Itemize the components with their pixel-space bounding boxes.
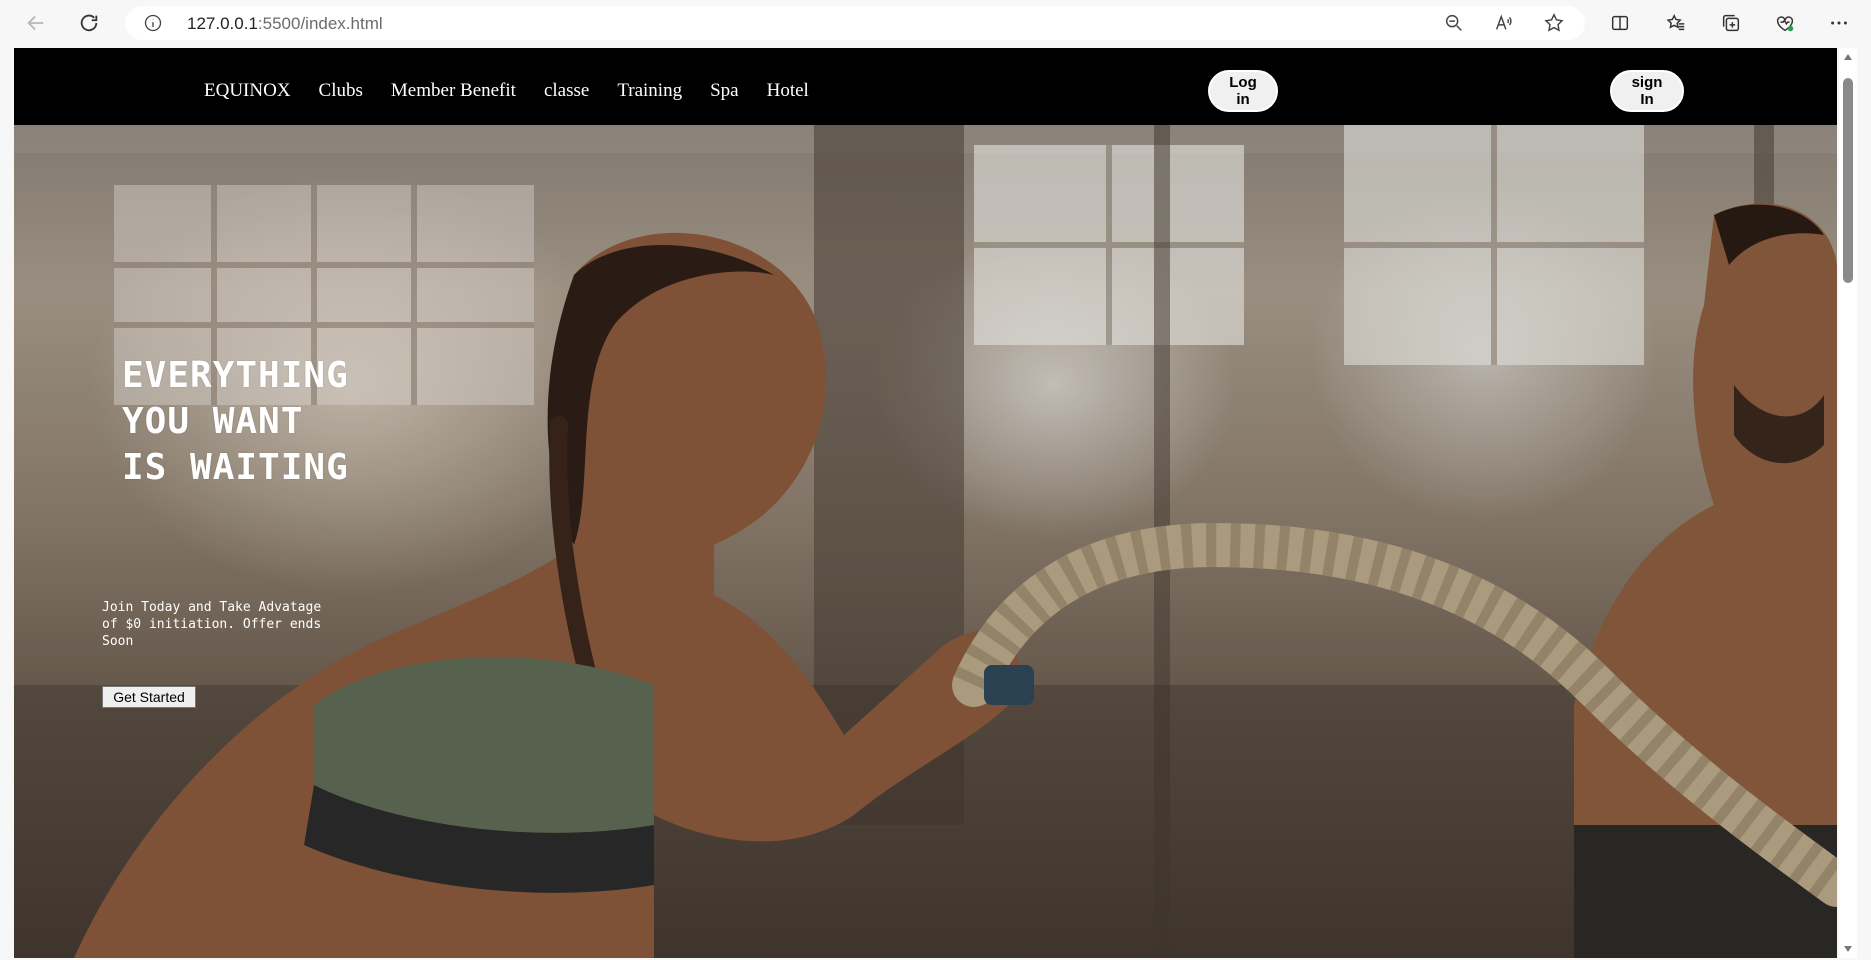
browser-essentials-icon[interactable] (1765, 3, 1805, 43)
favorites-icon[interactable] (1656, 3, 1696, 43)
hero-section: EVERYTHING YOU WANT IS WAITING Join Toda… (14, 125, 1837, 958)
collections-icon[interactable] (1711, 3, 1751, 43)
split-screen-icon[interactable] (1600, 3, 1640, 43)
nav-link-spa[interactable]: Spa (710, 80, 739, 102)
hero-headline-line-1: EVERYTHING (122, 355, 349, 396)
hero-subtext: Join Today and Take Advatage of $0 initi… (102, 600, 322, 649)
favorite-star-icon[interactable] (1542, 11, 1566, 35)
hero-headline-line-2: YOU WANT (122, 401, 304, 442)
page-scrollbar[interactable] (1839, 48, 1857, 958)
nav-link-classe[interactable]: classe (544, 80, 589, 102)
reload-button[interactable] (69, 3, 109, 43)
navbar: EQUINOX Clubs Member Benefit classe Trai… (14, 48, 1837, 125)
login-button[interactable]: Log in (1208, 70, 1278, 112)
nav-link-member-benefit[interactable]: Member Benefit (391, 80, 516, 102)
nav-link-clubs[interactable]: Clubs (319, 80, 363, 102)
scroll-down-icon[interactable] (1843, 944, 1853, 954)
hero-headline-line-3: IS WAITING (122, 447, 349, 488)
zoom-out-icon[interactable] (1442, 11, 1466, 35)
hero-overlay (14, 125, 1837, 958)
info-icon[interactable] (143, 13, 163, 33)
address-bar[interactable]: 127.0.0.1:5500/index.html (125, 6, 1585, 40)
more-icon[interactable] (1819, 3, 1859, 43)
page-viewport: EQUINOX Clubs Member Benefit classe Trai… (14, 48, 1837, 958)
scroll-up-icon[interactable] (1843, 52, 1853, 62)
get-started-button[interactable]: Get Started (102, 686, 196, 708)
nav-links: EQUINOX Clubs Member Benefit classe Trai… (204, 80, 809, 102)
back-button[interactable] (16, 3, 56, 43)
url-path: :5500/index.html (257, 14, 383, 33)
browser-toolbar: 127.0.0.1:5500/index.html (0, 0, 1871, 46)
brand-link[interactable]: EQUINOX (204, 80, 291, 102)
hero-headline: EVERYTHING YOU WANT IS WAITING (122, 353, 349, 491)
nav-link-training[interactable]: Training (617, 80, 682, 102)
signin-button[interactable]: sign In (1610, 70, 1684, 112)
nav-link-hotel[interactable]: Hotel (767, 80, 809, 102)
url-host: 127.0.0.1 (187, 14, 258, 33)
scroll-thumb[interactable] (1843, 78, 1853, 283)
url-text[interactable]: 127.0.0.1:5500/index.html (187, 14, 383, 34)
reload-icon (80, 14, 98, 32)
hero-background-image (14, 125, 1837, 958)
read-aloud-icon[interactable] (1492, 11, 1516, 35)
back-icon (27, 15, 44, 31)
